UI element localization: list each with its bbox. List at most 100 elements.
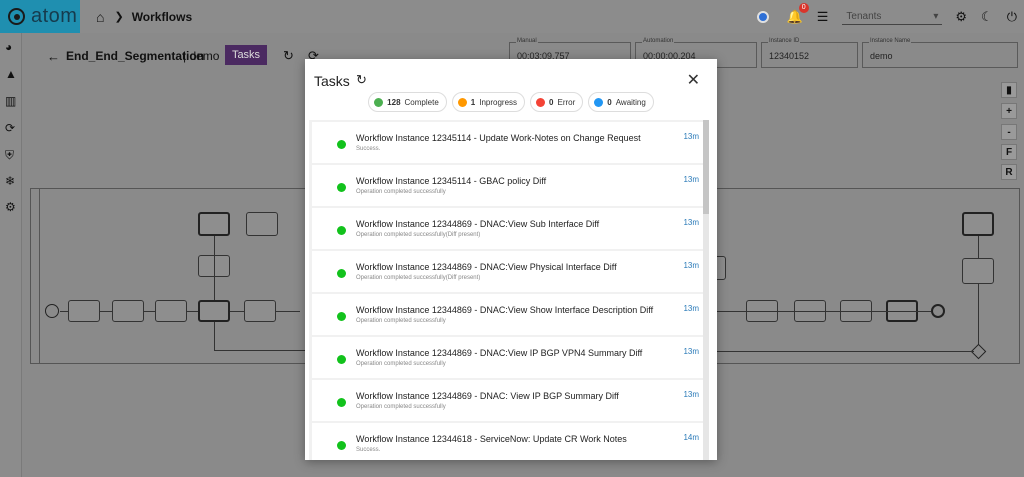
zoom-in-button[interactable]: +: [1001, 103, 1017, 119]
gear-icon[interactable]: ⚙: [5, 200, 16, 214]
task-time: 13m: [683, 390, 699, 399]
chip-count: 0: [607, 97, 612, 107]
field-label: Instance ID: [768, 38, 801, 44]
success-dot-icon: [337, 140, 346, 149]
reset-button[interactable]: R: [1001, 164, 1017, 180]
list-item[interactable]: Workflow Instance 12344869 - DNAC: View …: [312, 380, 703, 421]
modal-refresh-icon[interactable]: ↻: [356, 72, 367, 88]
task-time: 13m: [683, 175, 699, 184]
red-dot-icon: [536, 97, 546, 107]
flow-line: [214, 236, 215, 300]
fit-button[interactable]: F: [1001, 144, 1017, 160]
tenant-select[interactable]: Tenants ▾: [842, 9, 943, 25]
list-item[interactable]: Workflow Instance 12344869 - DNAC:View P…: [312, 251, 703, 292]
back-arrow-icon[interactable]: ←: [47, 49, 60, 64]
task-time: 13m: [683, 347, 699, 356]
green-dot-icon: [374, 97, 384, 107]
chip-count: 0: [549, 97, 554, 107]
bell-icon[interactable]: 🔔 0: [787, 2, 809, 25]
success-dot-icon: [337, 312, 346, 321]
bpmn-task[interactable]: [198, 300, 230, 322]
task-title: Workflow Instance 12345114 - GBAC policy…: [356, 176, 547, 186]
chip-label: Awaiting: [615, 97, 646, 107]
task-list[interactable]: Workflow Instance 12345114 - Update Work…: [309, 120, 709, 460]
task-time: 14m: [683, 433, 699, 442]
flow-line: [716, 311, 931, 312]
notification-badge: 0: [798, 2, 809, 13]
snowflake-icon[interactable]: ❄: [5, 174, 15, 188]
list-item[interactable]: Workflow Instance 12345114 - GBAC policy…: [312, 165, 703, 206]
task-title: Workflow Instance 12344869 - DNAC: View …: [356, 391, 619, 401]
status-circle-icon[interactable]: [756, 10, 769, 23]
task-time: 13m: [683, 132, 699, 141]
flow-line: [978, 236, 979, 258]
start-event[interactable]: [45, 304, 59, 318]
tasks-modal: Tasks ↻ ✕ 128 Complete 1 Inprogress 0 Er…: [305, 59, 717, 460]
shield-icon[interactable]: ⛨: [5, 148, 14, 163]
home-icon[interactable]: ⌂: [96, 9, 104, 25]
field-label: Instance Name: [869, 38, 912, 44]
bpmn-task[interactable]: [112, 300, 144, 322]
moon-icon[interactable]: ☾: [981, 9, 993, 25]
rocket-icon[interactable]: ▲: [5, 67, 17, 81]
modal-title: Tasks: [314, 73, 350, 89]
task-status: Operation completed successfully: [356, 189, 446, 195]
success-dot-icon: [337, 269, 346, 278]
task-status: Operation completed successfully: [356, 404, 446, 410]
chip-inprogress[interactable]: 1 Inprogress: [451, 92, 526, 112]
chip-count: 128: [387, 97, 401, 107]
power-icon[interactable]: ⏻: [1007, 9, 1017, 25]
chip-awaiting[interactable]: 0 Awaiting: [588, 92, 654, 112]
list-item[interactable]: Workflow Instance 12344869 - DNAC:View I…: [312, 337, 703, 378]
users-settings-icon[interactable]: ⚙: [955, 9, 967, 25]
flow-line: [214, 350, 309, 351]
list-item[interactable]: Workflow Instance 12344869 - DNAC:View S…: [312, 208, 703, 249]
bpmn-task[interactable]: [244, 300, 276, 322]
task-title: Workflow Instance 12344618 - ServiceNow:…: [356, 434, 627, 444]
logo-text: atom: [31, 5, 78, 27]
success-dot-icon: [337, 355, 346, 364]
bpmn-task[interactable]: [962, 212, 994, 236]
scrollbar-thumb[interactable]: [703, 120, 709, 214]
zoom-out-button[interactable]: -: [1001, 124, 1017, 140]
workflow-instance-name: | demo: [183, 49, 220, 63]
close-icon[interactable]: ✕: [687, 70, 700, 90]
bar-chart-icon[interactable]: ▥: [5, 94, 16, 108]
list-menu-icon[interactable]: ☰: [817, 9, 829, 25]
app-logo[interactable]: atom: [0, 0, 80, 33]
atom-logo-icon: [8, 8, 25, 25]
list-item[interactable]: Workflow Instance 12344618 - ServiceNow:…: [312, 423, 703, 460]
breadcrumb-workflows[interactable]: Workflows: [132, 10, 192, 24]
task-time: 13m: [683, 261, 699, 270]
task-time: 13m: [683, 304, 699, 313]
cycle-icon[interactable]: ⟳: [5, 121, 15, 135]
dashboard-icon[interactable]: ◕: [5, 40, 12, 54]
tasks-button[interactable]: Tasks: [225, 45, 267, 65]
refresh-icon[interactable]: ↻: [283, 48, 294, 64]
task-status: Operation completed successfully(Diff pr…: [356, 232, 481, 238]
bpmn-task[interactable]: [246, 212, 278, 236]
chip-label: Complete: [404, 97, 439, 107]
field-value: 12340152: [769, 51, 810, 61]
caret-down-icon: ▾: [933, 10, 939, 22]
map-toggle-icon[interactable]: ▮: [1001, 82, 1017, 98]
success-dot-icon: [337, 226, 346, 235]
bpmn-lane-header: [30, 188, 40, 364]
chip-error[interactable]: 0 Error: [530, 92, 584, 112]
task-title: Workflow Instance 12344869 - DNAC:View S…: [356, 305, 654, 315]
bpmn-task[interactable]: [155, 300, 187, 322]
list-item[interactable]: Workflow Instance 12345114 - Update Work…: [312, 122, 703, 163]
end-event[interactable]: [931, 304, 945, 318]
chip-complete[interactable]: 128 Complete: [368, 92, 447, 112]
chip-count: 1: [470, 97, 476, 107]
bpmn-task[interactable]: [962, 258, 994, 284]
task-status: Operation completed successfully(Diff pr…: [356, 275, 481, 281]
bpmn-task[interactable]: [68, 300, 100, 322]
left-sidebar: ◕ ▲ ▥ ⟳ ⛨ ❄ ⚙: [0, 33, 22, 477]
success-dot-icon: [337, 398, 346, 407]
task-title: Workflow Instance 12345114 - Update Work…: [356, 133, 641, 143]
list-item[interactable]: Workflow Instance 12344869 - DNAC:View S…: [312, 294, 703, 335]
top-right-toolbar: 🔔 0 ☰ Tenants ▾ ⚙ ☾ ⏻: [756, 0, 1024, 33]
chip-label: Inprogress: [479, 97, 518, 107]
bpmn-task[interactable]: [198, 212, 230, 236]
